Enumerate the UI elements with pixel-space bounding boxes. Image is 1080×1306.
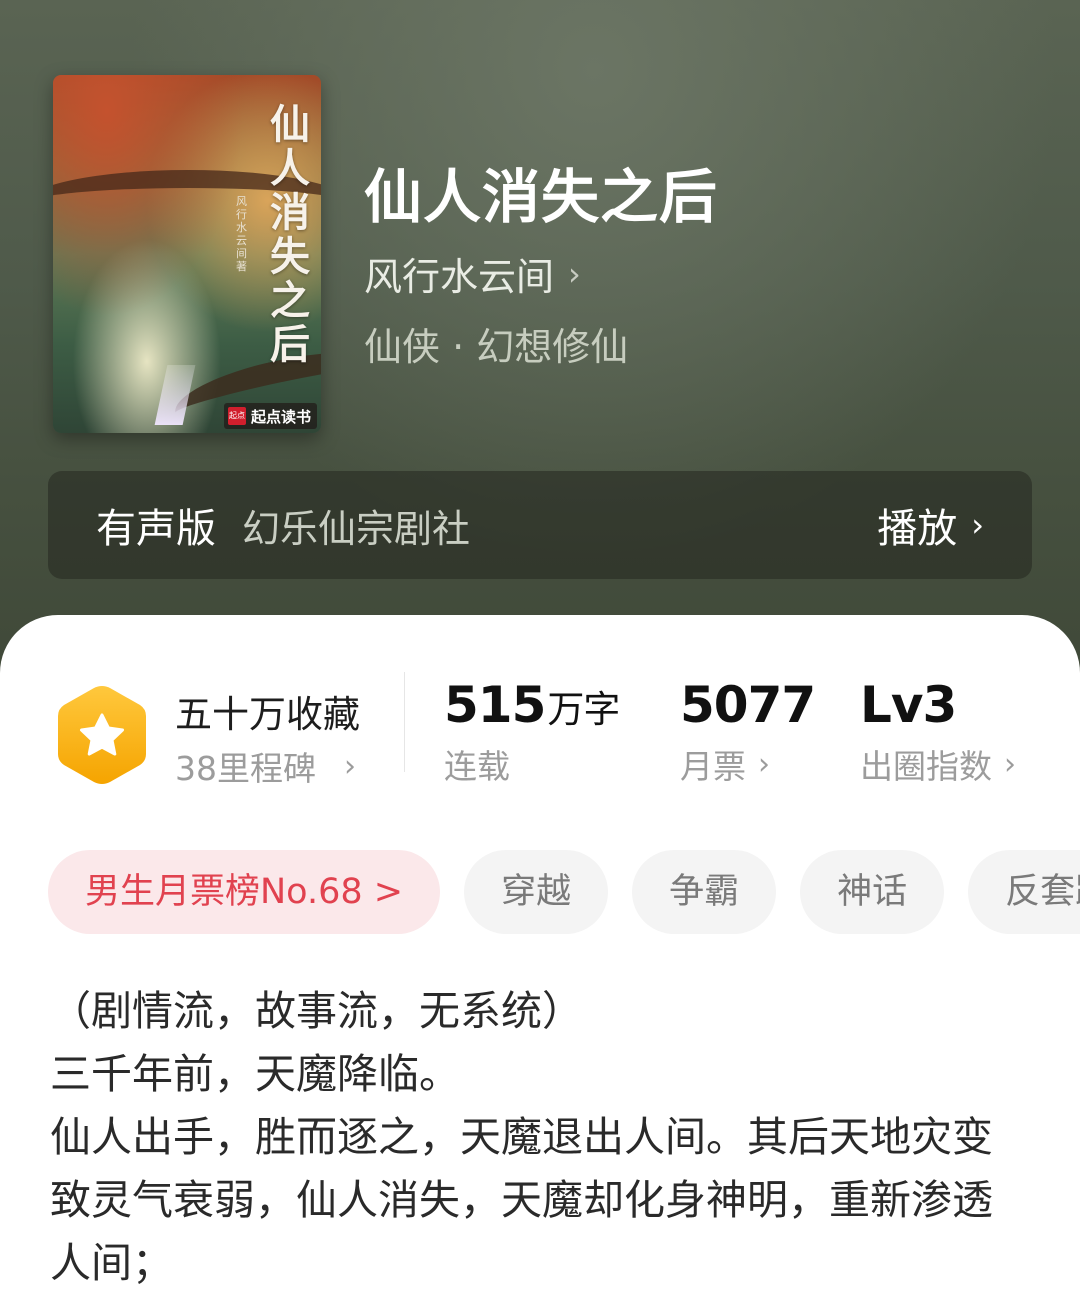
author-name: 风行水云间 <box>364 255 555 299</box>
popularity-level-value: Lv3 <box>860 676 957 734</box>
tag-chip[interactable]: 神话 <box>800 850 945 934</box>
audio-edition-bar[interactable]: 有声版 幻乐仙宗剧社 播放 › <box>48 471 1032 579</box>
chevron-right-icon: › <box>568 254 581 293</box>
popularity-index-label: 出圈指数 <box>860 747 992 786</box>
chevron-right-icon: › <box>344 748 356 784</box>
chevron-right-icon: › <box>758 746 770 782</box>
book-synopsis[interactable]: （剧情流，故事流，无系统） 三千年前，天魔降临。 仙人出手，胜而逐之，天魔退出人… <box>50 980 1030 1295</box>
milestone-link[interactable]: 38里程碑 › <box>175 742 356 790</box>
author-link[interactable]: 风行水云间 › <box>364 246 581 301</box>
milestone-label: 38里程碑 <box>175 749 316 788</box>
chevron-right-icon: › <box>971 506 984 544</box>
rank-tag[interactable]: 男生月票榜No.68 > <box>48 850 441 934</box>
tag-chip[interactable]: 争霸 <box>632 850 777 934</box>
monthly-votes-stat[interactable]: 5077 月票 › <box>680 676 816 788</box>
book-genre[interactable]: 仙侠 · 幻想修仙 <box>364 316 628 371</box>
monthly-votes-label: 月票 <box>680 747 746 786</box>
star-hexagon-icon[interactable] <box>55 683 149 787</box>
book-title: 仙人消失之后 <box>364 163 719 231</box>
synopsis-line: （剧情流，故事流，无系统） <box>50 987 583 1035</box>
monthly-votes-value: 5077 <box>680 676 816 734</box>
collection-count[interactable]: 五十万收藏 <box>175 684 360 738</box>
cover-author: 风行水云间 著 <box>236 195 247 273</box>
tag-chip[interactable]: 反套路 <box>968 850 1080 934</box>
book-header: 仙人消失之后 风行水云间 著 起点 起点读书 仙人消失之后 风行水云间 › 仙侠… <box>0 0 1080 700</box>
word-count-stat: 515万字 连载 <box>444 676 620 788</box>
chevron-right-icon: › <box>1004 746 1016 782</box>
status-label: 连载 <box>444 747 510 786</box>
audio-label: 有声版 <box>96 506 216 552</box>
word-count-unit: 万字 <box>547 688 620 731</box>
synopsis-line: 仙人出手，胜而逐之，天魔退出人间。其后天地灾变致灵气衰弱，仙人消失，天魔却化身神… <box>50 1113 993 1287</box>
popularity-index-stat[interactable]: Lv3 出圈指数 › <box>860 676 1016 788</box>
audio-troupe: 幻乐仙宗剧社 <box>242 506 471 551</box>
word-count-value: 515 <box>444 676 546 734</box>
divider <box>404 672 405 772</box>
play-label: 播放 <box>877 506 958 552</box>
publisher-logo-icon: 起点 <box>227 407 246 425</box>
tag-list: 男生月票榜No.68 > 穿越 争霸 神话 反套路 <box>48 850 1080 934</box>
cover-title: 仙人消失之后 <box>270 101 310 368</box>
book-cover[interactable]: 仙人消失之后 风行水云间 著 起点 起点读书 <box>53 75 321 433</box>
synopsis-line: 三千年前，天魔降临。 <box>50 1050 460 1098</box>
play-button[interactable]: 播放 › <box>877 496 984 554</box>
cover-publisher-badge: 起点 起点读书 <box>223 403 317 429</box>
tag-chip[interactable]: 穿越 <box>464 850 609 934</box>
publisher-name: 起点读书 <box>250 407 311 426</box>
